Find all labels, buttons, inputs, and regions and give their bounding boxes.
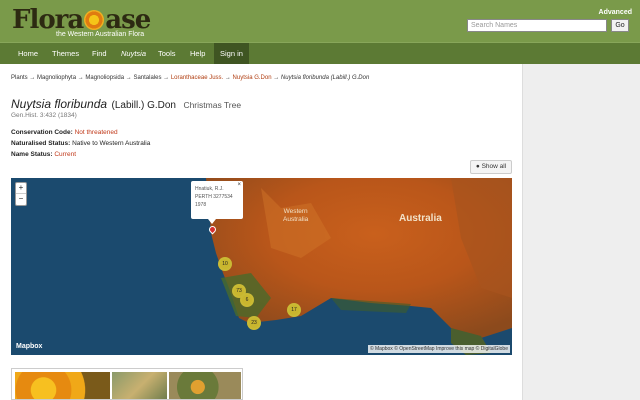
nav-item-themes[interactable]: Themes xyxy=(52,43,79,64)
breadcrumb-item-magnoliophyta[interactable]: Magnoliophyta xyxy=(37,75,76,81)
breadcrumb-item-loranthaceae[interactable]: Loranthaceae Juss. xyxy=(171,75,223,81)
conservation-code-label: Conservation Code: xyxy=(11,129,73,136)
breadcrumb-separator: → xyxy=(224,75,231,81)
cluster-marker[interactable]: 23 xyxy=(247,316,261,330)
conservation-code-value[interactable]: Not threatened xyxy=(75,129,118,136)
breadcrumb-separator: → xyxy=(273,75,280,81)
map-label-australia: Australia xyxy=(399,213,442,224)
map-label-western-australia: Western Australia xyxy=(283,208,309,223)
nav-item-find[interactable]: Find xyxy=(92,43,107,64)
conservation-code-row: Conservation Code: Not threatened xyxy=(11,129,118,136)
popup-specimen-id[interactable]: PERTH 3277534 xyxy=(195,193,239,201)
mapbox-logo[interactable]: Mapbox xyxy=(16,343,42,350)
photo-gallery xyxy=(11,368,243,400)
show-all-label: Show all xyxy=(481,163,507,170)
specimen-popup: × Hnatiuk, R.J. PERTH 3277534 1978 xyxy=(191,181,243,219)
publication-reference: Gen.Hist. 3:432 (1834) xyxy=(11,112,77,119)
popup-pointer xyxy=(208,219,216,224)
zoom-in-button[interactable]: + xyxy=(16,183,26,194)
globe-icon: ● xyxy=(475,163,480,170)
name-status-value[interactable]: Current xyxy=(54,151,76,158)
breadcrumb-item-nuytsia[interactable]: Nuytsia G.Don xyxy=(233,75,272,81)
zoom-control: + − xyxy=(15,182,27,206)
breadcrumb-separator: → xyxy=(163,75,170,81)
breadcrumb-separator: → xyxy=(29,75,36,81)
popup-collector: Hnatiuk, R.J. xyxy=(195,186,224,192)
gallery-photo[interactable] xyxy=(112,372,167,399)
common-name: Christmas Tree xyxy=(183,100,242,110)
nav-item-sign-in[interactable]: Sign in xyxy=(214,43,249,64)
author-citation: (Labill.) G.Don xyxy=(111,100,176,111)
breadcrumb-item-current: Nuytsia floribunda (Labill.) G.Don xyxy=(280,75,370,81)
cluster-marker[interactable]: 10 xyxy=(218,257,232,271)
page-title: Nuytsia floribunda (Labill.) G.Don Chris… xyxy=(11,95,241,113)
nav-item-nuytsia[interactable]: Nuytsia xyxy=(121,43,146,64)
show-all-button[interactable]: ● Show all xyxy=(470,160,512,174)
map-attribution[interactable]: © Mapbox © OpenStreetMap Improve this ma… xyxy=(367,345,510,353)
breadcrumb-separator: → xyxy=(77,75,84,81)
nav-item-help[interactable]: Help xyxy=(190,43,205,64)
search-input[interactable]: Search Names xyxy=(467,19,607,32)
breadcrumb-item-plants[interactable]: Plants xyxy=(11,75,28,81)
go-button[interactable]: Go xyxy=(611,19,629,32)
side-panel xyxy=(522,64,640,400)
gallery-photo[interactable] xyxy=(15,372,110,399)
nav-item-tools[interactable]: Tools xyxy=(158,43,176,64)
cluster-marker[interactable]: 6 xyxy=(240,293,254,307)
breadcrumb-item-santalales[interactable]: Santalales xyxy=(133,75,161,81)
naturalised-status-label: Naturalised Status: xyxy=(11,140,71,147)
naturalised-status-value: Native to Western Australia xyxy=(72,140,151,147)
close-icon[interactable]: × xyxy=(237,181,241,189)
main-nav: Home Themes Find Nuytsia Tools Help Sign… xyxy=(0,42,640,64)
cluster-marker[interactable]: 17 xyxy=(287,303,301,317)
breadcrumb: Plants → Magnoliophyta → Magnoliopsida →… xyxy=(11,75,369,81)
breadcrumb-separator: → xyxy=(125,75,132,81)
naturalised-status-row: Naturalised Status: Native to Western Au… xyxy=(11,140,150,147)
logo-wordmark: Flora ase xyxy=(12,5,151,35)
logo-tagline: the Western Australian Flora xyxy=(56,31,145,38)
zoom-out-button[interactable]: − xyxy=(16,194,26,205)
flower-icon xyxy=(84,10,105,30)
advanced-search-link[interactable]: Advanced xyxy=(599,9,632,16)
site-header: Flora ase the Western Australian Flora Ad… xyxy=(0,0,640,42)
popup-year: 1978 xyxy=(195,202,207,208)
nav-item-home[interactable]: Home xyxy=(18,43,38,64)
distribution-map[interactable]: + − Western Australia Australia × Hnatiu… xyxy=(11,178,512,355)
name-status-label: Name Status: xyxy=(11,151,53,158)
map-satellite-image xyxy=(11,178,512,355)
breadcrumb-item-magnoliopsida[interactable]: Magnoliopsida xyxy=(85,75,124,81)
gallery-photo[interactable] xyxy=(169,372,241,399)
scientific-name: Nuytsia floribunda xyxy=(11,97,108,111)
name-status-row: Name Status: Current xyxy=(11,151,76,158)
